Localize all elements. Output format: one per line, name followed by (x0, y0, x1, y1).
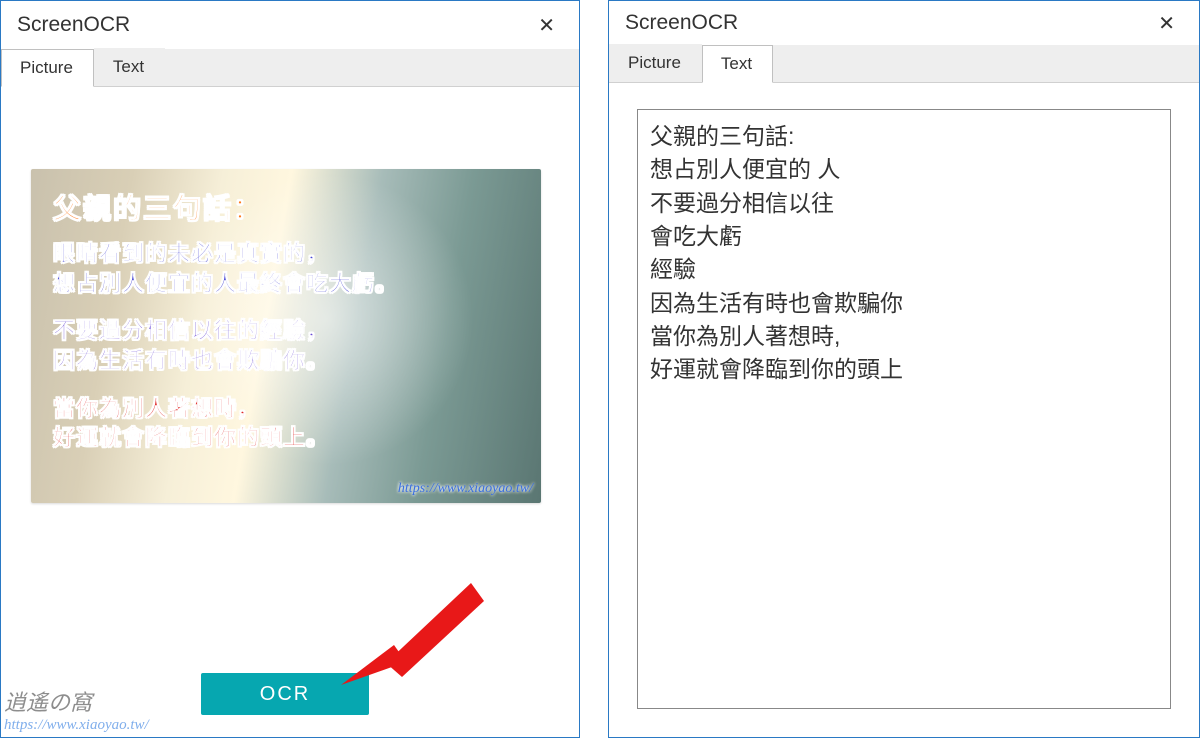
image-heading: 父親的三句話： (53, 187, 521, 227)
close-icon[interactable]: ✕ (530, 9, 563, 42)
tab-text[interactable]: Text (94, 48, 165, 86)
tab-row: Picture Text (1, 49, 579, 87)
image-paragraph-2: 不要過分相信以往的經驗， 因為生活有時也會欺騙你。 (53, 316, 521, 375)
tab-picture[interactable]: Picture (1, 49, 94, 87)
image-watermark-url: https://www.xiaoyao.tw/ (398, 481, 533, 497)
image-paragraph-1: 眼睛看到的未必是真實的， 想占別人便宜的人最終會吃大虧。 (53, 239, 521, 298)
tab-picture[interactable]: Picture (609, 44, 702, 82)
titlebar: ScreenOCR ✕ (1, 1, 579, 49)
tab-text[interactable]: Text (702, 45, 773, 83)
ocr-window-text: ScreenOCR ✕ Picture Text 父親的三句話: 想占別人便宜的… (608, 0, 1200, 738)
window-title: ScreenOCR (17, 13, 130, 37)
captured-image: 父親的三句話： 眼睛看到的未必是真實的， 想占別人便宜的人最終會吃大虧。 不要過… (31, 169, 541, 503)
image-paragraph-3: 當你為別人著想時， 好運就會降臨到你的頭上。 (53, 394, 521, 453)
ocr-output-textbox[interactable]: 父親的三句話: 想占別人便宜的 人 不要過分相信以往 會吃大虧 經驗 因為生活有… (637, 109, 1171, 709)
picture-panel: 父親的三句話： 眼睛看到的未必是真實的， 想占別人便宜的人最終會吃大虧。 不要過… (1, 87, 579, 737)
titlebar: ScreenOCR ✕ (609, 1, 1199, 45)
close-icon[interactable]: ✕ (1150, 7, 1183, 40)
ocr-button[interactable]: OCR (201, 673, 369, 715)
window-title: ScreenOCR (625, 11, 738, 35)
tab-row: Picture Text (609, 45, 1199, 83)
text-panel: 父親的三句話: 想占別人便宜的 人 不要過分相信以往 會吃大虧 經驗 因為生活有… (609, 83, 1199, 737)
ocr-window-picture: ScreenOCR ✕ Picture Text 父親的三句話： 眼睛看到的未必… (0, 0, 580, 738)
